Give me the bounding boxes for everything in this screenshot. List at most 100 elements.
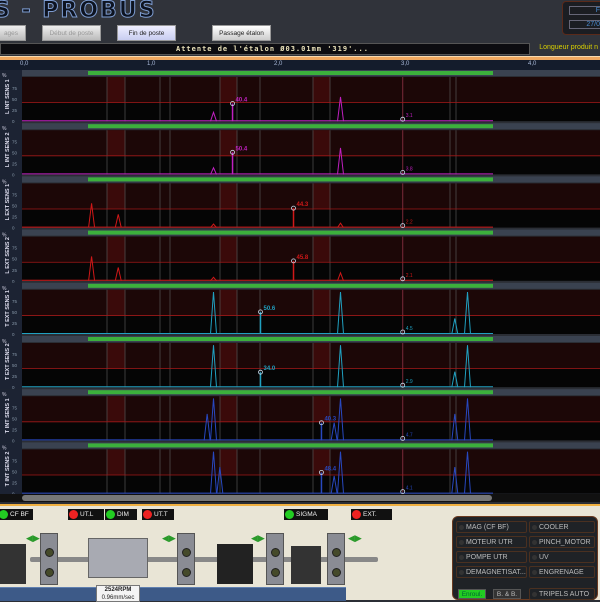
normal-zone	[22, 421, 600, 441]
peak-value: 50.6	[263, 306, 275, 312]
inspection-zone-bar	[88, 177, 493, 182]
status-light: DEMAGNETISAT...	[456, 566, 527, 578]
direction-arrows-icon[interactable]: ◀▶	[251, 533, 265, 544]
gate-band	[107, 343, 125, 369]
status-light: UV	[529, 551, 595, 563]
normal-zone	[22, 315, 600, 334]
gate-band	[220, 289, 237, 316]
normal-zone	[22, 155, 600, 175]
product-length-label: Longueur produit n	[539, 44, 598, 51]
machine-unit	[0, 544, 26, 584]
noise-value: 4.5	[406, 326, 413, 332]
y-tick-label: 50	[12, 150, 18, 155]
y-unit: %	[2, 73, 7, 79]
gate-band	[220, 449, 237, 476]
tick-label: 3,0	[401, 61, 410, 67]
machine-panel: CF BF UT.L DIM UT.T SIGMA EXT. ◀▶ ◀▶ ◀▶ …	[0, 504, 600, 602]
y-tick-label: 25	[12, 268, 18, 273]
tube-shaft	[30, 557, 378, 562]
gate-band	[107, 449, 125, 476]
roller-stand	[327, 533, 345, 585]
status-light: ENGRENAGE	[529, 566, 595, 578]
channel-label: L INT SENS 1	[5, 79, 11, 114]
y-tick-label: 75	[12, 139, 18, 144]
gate-band	[313, 343, 330, 369]
clock-box: F 27/0	[562, 1, 600, 35]
peak-value: 40.4	[236, 98, 248, 104]
direction-arrows-icon[interactable]: ◀▶	[162, 533, 176, 544]
channel-label: T INT SENS 2	[5, 452, 11, 487]
normal-zone	[22, 262, 600, 281]
gate-band	[220, 77, 237, 103]
clock-date: 27/0	[569, 20, 600, 29]
status-light: PINCH_MOTOR	[529, 536, 595, 548]
y-tick-label: 75	[12, 299, 18, 304]
machine-rail	[0, 587, 346, 601]
header: S - PROBUS ages Début de poste Fin de po…	[0, 0, 600, 58]
end-shift-button[interactable]: Fin de poste	[117, 25, 176, 41]
channel-plots: %7550250L INT SENS 1 40.43.1%7550250L INT…	[0, 70, 600, 496]
horizontal-scrollbar[interactable]	[22, 495, 492, 501]
enroul-button[interactable]: Enroul.	[458, 589, 486, 599]
start-shift-button[interactable]: Début de poste	[42, 25, 101, 41]
y-unit: %	[2, 392, 7, 398]
calibration-pass-button[interactable]: Passage étalon	[212, 25, 271, 41]
gate-band	[220, 236, 237, 263]
y-tick-label: 25	[12, 108, 18, 113]
bb-button[interactable]: B. & B.	[493, 589, 521, 599]
gate-band	[107, 236, 125, 263]
direction-arrows-icon[interactable]: ◀▶	[348, 533, 362, 544]
y-tick-label: 50	[12, 310, 18, 315]
y-unit: %	[2, 126, 7, 132]
roller-stand	[266, 533, 284, 585]
normal-zone	[22, 209, 600, 228]
indicator-cf-bf: CF BF	[0, 509, 33, 520]
inspection-zone-bar	[88, 283, 493, 288]
status-lights-panel: MAG (CF BF) COOLER MOTEUR UTR PINCH_MOTO…	[452, 516, 598, 600]
channel-label: T EXT SENS 1	[5, 290, 11, 327]
rotating-head	[88, 538, 148, 578]
noise-value: 2.9	[406, 379, 413, 385]
inspection-zone-bar	[88, 390, 493, 395]
normal-zone	[22, 368, 600, 388]
indicator-ext: EXT.	[351, 509, 392, 520]
gate-band	[107, 77, 125, 103]
tick-label: 1,0	[147, 61, 156, 67]
y-tick-label: 25	[12, 321, 18, 326]
roller-stand	[177, 533, 195, 585]
inspection-zone-bar	[88, 71, 493, 75]
gate-band	[107, 130, 125, 156]
noise-value: 2.1	[406, 273, 413, 279]
y-tick-label: 50	[12, 416, 18, 421]
gate-band	[220, 396, 237, 422]
y-tick-label: 50	[12, 204, 18, 209]
clock-time: F	[569, 6, 600, 15]
indicator-dim: DIM	[105, 509, 137, 520]
y-tick-label: 50	[12, 363, 18, 368]
normal-zone	[22, 102, 600, 122]
y-tick-label: 75	[12, 352, 18, 357]
channel-label: L EXT SENS 1	[5, 184, 11, 221]
speed-readout: 2524RPM 0.96mm/sec	[96, 585, 140, 602]
machine-unit	[291, 546, 321, 584]
y-tick-label: 25	[12, 427, 18, 432]
peak-value: 44.3	[297, 202, 309, 208]
y-tick-label: 75	[12, 86, 18, 91]
gate-band	[220, 183, 237, 210]
inspection-zone-bar	[88, 230, 493, 235]
status-light: MOTEUR UTR	[456, 536, 527, 548]
y-tick-label: 75	[12, 458, 18, 463]
y-tick-label: 75	[12, 246, 18, 251]
normal-zone	[22, 475, 600, 494]
status-light: MAG (CF BF)	[456, 521, 527, 533]
status-light: POMPE UTR	[456, 551, 527, 563]
noise-value: 3.8	[406, 166, 413, 172]
status-light: TRIPELS AUTO	[529, 588, 595, 600]
noise-value: 4.7	[406, 432, 413, 438]
y-tick-label: 25	[12, 374, 18, 379]
button-pages[interactable]: ages	[0, 25, 26, 41]
direction-arrows-icon[interactable]: ◀▶	[26, 533, 40, 544]
gate-band	[313, 236, 330, 263]
inspection-zone-bar	[88, 443, 493, 448]
gate-band	[107, 396, 125, 422]
